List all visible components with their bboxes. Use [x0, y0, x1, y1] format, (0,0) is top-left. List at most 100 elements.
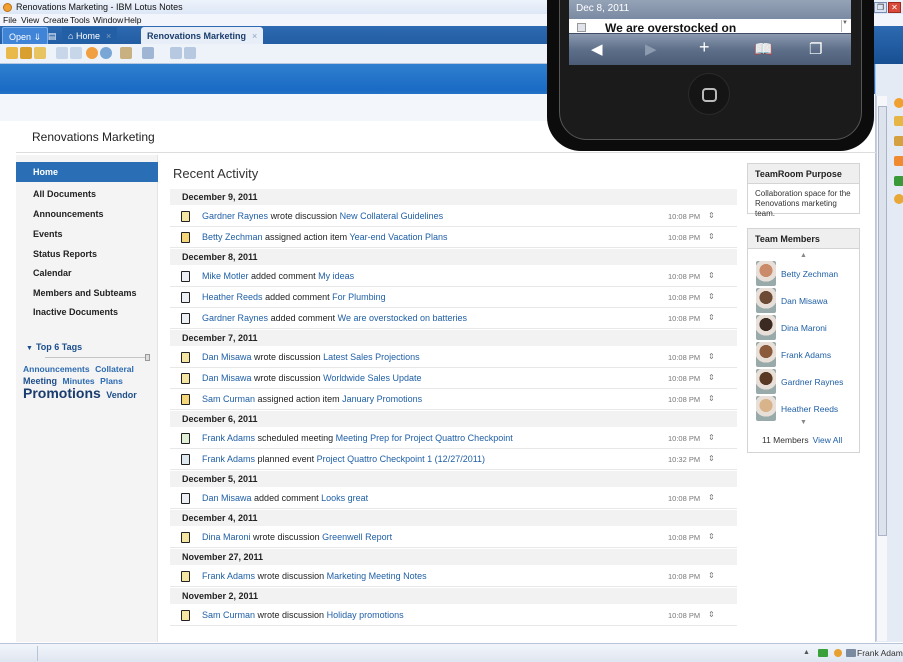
row-menu-icon[interactable]: ⇕ [708, 211, 715, 220]
tab-home[interactable]: ⌂ Home × [62, 27, 118, 45]
activity-document-link[interactable]: Meeting Prep for Project Quattro Checkpo… [336, 433, 513, 443]
row-menu-icon[interactable]: ⇕ [708, 313, 715, 322]
activity-document-link[interactable]: Latest Sales Projections [323, 352, 420, 362]
activity-row[interactable]: Sam Curman assigned action item January … [170, 390, 737, 410]
toolbar-icon-9[interactable] [170, 47, 182, 59]
toolbar-icon-3[interactable] [34, 47, 46, 59]
activity-document-link[interactable]: Year-end Vacation Plans [349, 232, 447, 242]
activity-user-link[interactable]: Frank Adams [202, 454, 255, 464]
activity-row[interactable]: Frank Adams planned event Project Quattr… [170, 450, 737, 470]
activity-document-link[interactable]: My ideas [318, 271, 354, 281]
tag-slider[interactable] [45, 354, 150, 361]
scrollbar-thumb[interactable] [878, 106, 887, 536]
activity-row[interactable]: Dina Maroni wrote discussion Greenwell R… [170, 528, 737, 548]
row-menu-icon[interactable]: ⇕ [708, 571, 715, 580]
member-name-link[interactable]: Dan Misawa [781, 296, 828, 306]
phone-home-button[interactable] [688, 73, 730, 115]
sidebar-icon-5[interactable] [894, 176, 903, 186]
tag-link[interactable]: Promotions [23, 385, 101, 401]
back-icon[interactable] [56, 47, 68, 59]
phone-list-item[interactable]: We are overstocked on [569, 19, 851, 35]
avatar[interactable] [756, 288, 776, 313]
member-name-link[interactable]: Heather Reeds [781, 404, 838, 414]
activity-row[interactable]: Heather Reeds added comment For Plumbing… [170, 288, 737, 308]
scroll-up-icon[interactable]: ▲ [800, 252, 807, 259]
member-item[interactable]: Frank Adams [756, 342, 856, 368]
row-menu-icon[interactable]: ⇕ [708, 454, 715, 463]
tags-header[interactable]: ▼ Top 6 Tags [26, 342, 82, 352]
activity-row[interactable]: Dan Misawa wrote discussion Latest Sales… [170, 348, 737, 368]
activity-user-link[interactable]: Dan Misawa [202, 373, 252, 383]
status-arrow-icon[interactable]: ▲ [803, 649, 813, 657]
activity-document-link[interactable]: Holiday promotions [327, 610, 404, 620]
nav-item-announcements[interactable]: Announcements [16, 204, 158, 224]
member-item[interactable]: Dan Misawa [756, 288, 856, 314]
member-name-link[interactable]: Frank Adams [781, 350, 831, 360]
menu-tools[interactable]: Tools [70, 15, 90, 25]
sidebar-icon-3[interactable] [894, 136, 903, 146]
row-menu-icon[interactable]: ⇕ [708, 610, 715, 619]
avatar[interactable] [756, 342, 776, 367]
nav-item-members-and-subteams[interactable]: Members and Subteams [16, 283, 158, 303]
member-name-link[interactable]: Dina Maroni [781, 323, 827, 333]
activity-row[interactable]: Dan Misawa added comment Looks great 10:0… [170, 489, 737, 509]
activity-row[interactable]: Frank Adams wrote discussion Marketing M… [170, 567, 737, 587]
status-online-icon[interactable] [818, 649, 828, 657]
phone-forward-icon[interactable]: ▶ [645, 40, 657, 58]
activity-row[interactable]: Mike Motler added comment My ideas 10:08 … [170, 267, 737, 287]
sidebar-icon-2[interactable] [894, 116, 903, 126]
activity-document-link[interactable]: January Promotions [342, 394, 422, 404]
row-menu-icon[interactable]: ⇕ [708, 433, 715, 442]
row-menu-icon[interactable]: ⇕ [708, 373, 715, 382]
status-user-icon[interactable] [846, 649, 856, 657]
row-menu-icon[interactable]: ⇕ [708, 493, 715, 502]
home-toolbar-icon[interactable] [120, 47, 132, 59]
document-icon[interactable]: ▤ [42, 27, 62, 45]
tab-close-icon[interactable]: × [252, 31, 257, 41]
tab-home-close-icon[interactable]: × [106, 31, 111, 41]
row-menu-icon[interactable]: ⇕ [708, 532, 715, 541]
print-icon[interactable] [142, 47, 154, 59]
activity-row[interactable]: Gardner Raynes added comment We are over… [170, 309, 737, 329]
member-item[interactable]: Betty Zechman [756, 261, 856, 287]
toolbar-icon-1[interactable] [6, 47, 18, 59]
activity-user-link[interactable]: Frank Adams [202, 571, 255, 581]
tag-link[interactable]: Vendor [106, 390, 137, 400]
phone-pages-icon[interactable]: ❐ [809, 40, 822, 58]
activity-document-link[interactable]: Marketing Meeting Notes [327, 571, 427, 581]
toolbar-icon-2[interactable] [20, 47, 32, 59]
row-menu-icon[interactable]: ⇕ [708, 232, 715, 241]
forward-icon[interactable] [70, 47, 82, 59]
activity-document-link[interactable]: Greenwell Report [322, 532, 392, 542]
menu-create[interactable]: Create [43, 15, 69, 25]
activity-row[interactable]: Gardner Raynes wrote discussion New Coll… [170, 207, 737, 227]
nav-item-calendar[interactable]: Calendar [16, 263, 158, 283]
refresh-icon[interactable] [100, 47, 112, 59]
tab-renovations-marketing[interactable]: Renovations Marketing × [141, 27, 264, 45]
activity-user-link[interactable]: Dan Misawa [202, 352, 252, 362]
activity-user-link[interactable]: Mike Motler [202, 271, 249, 281]
nav-item-events[interactable]: Events [16, 224, 158, 244]
row-menu-icon[interactable]: ⇕ [708, 271, 715, 280]
close-window-icon[interactable]: ✕ [888, 2, 901, 13]
activity-user-link[interactable]: Gardner Raynes [202, 313, 268, 323]
member-name-link[interactable]: Betty Zechman [781, 269, 838, 279]
avatar[interactable] [756, 369, 776, 394]
avatar[interactable] [756, 261, 776, 286]
menu-view[interactable]: View [21, 15, 39, 25]
tag-link[interactable]: Plans [100, 376, 123, 386]
phone-add-icon[interactable]: + [699, 37, 710, 58]
avatar[interactable] [756, 315, 776, 340]
feed-icon[interactable] [894, 156, 903, 166]
tag-link[interactable]: Collateral [95, 364, 134, 374]
activity-user-link[interactable]: Dan Misawa [202, 493, 252, 503]
status-location-icon[interactable] [834, 649, 842, 657]
menu-file[interactable]: File [3, 15, 17, 25]
activity-user-link[interactable]: Betty Zechman [202, 232, 263, 242]
activity-user-link[interactable]: Gardner Raynes [202, 211, 268, 221]
activity-document-link[interactable]: Project Quattro Checkpoint 1 (12/27/2011… [317, 454, 485, 464]
phone-back-icon[interactable]: ◀ [591, 40, 603, 58]
activity-row[interactable]: Dan Misawa wrote discussion Worldwide Sa… [170, 369, 737, 389]
member-item[interactable]: Dina Maroni [756, 315, 856, 341]
activity-user-link[interactable]: Sam Curman [202, 610, 255, 620]
